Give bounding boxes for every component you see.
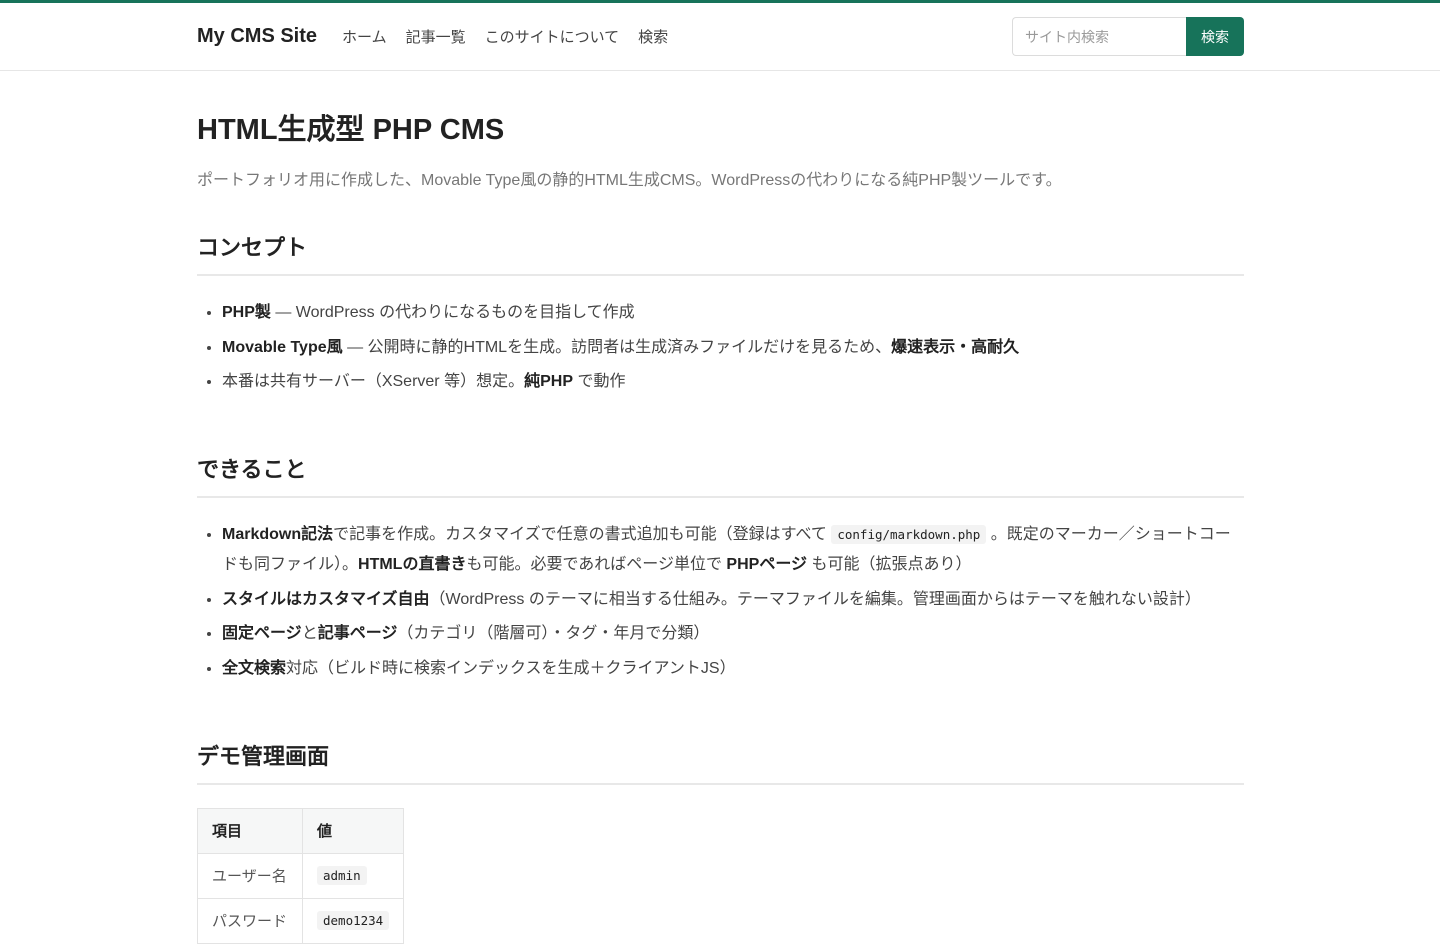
search-input[interactable] — [1012, 17, 1186, 56]
list-item: PHP製 — WordPress の代わりになるものを目指して作成 — [222, 298, 1244, 328]
bold-text: PHPページ — [726, 556, 808, 573]
item-text: と — [301, 625, 318, 642]
demo-heading: デモ管理画面 — [197, 739, 1244, 785]
search-button[interactable]: 検索 — [1186, 17, 1244, 56]
table-header-row: 項目 値 — [197, 807, 405, 854]
bold-text: Markdown記法 — [222, 526, 334, 543]
item-text: も可能。必要であればページ単位で — [466, 556, 727, 573]
bold-text: PHP製 — [222, 304, 271, 321]
nav-search-link[interactable]: 検索 — [638, 26, 668, 47]
features-heading: できること — [197, 452, 1244, 498]
table-cell: パスワード — [197, 897, 303, 944]
list-item: 本番は共有サーバー（XServer 等）想定。純PHP で動作 — [222, 367, 1244, 397]
main-nav: ホーム 記事一覧 このサイトについて 検索 — [342, 26, 668, 47]
nav-articles-link[interactable]: 記事一覧 — [406, 26, 466, 47]
table-header-value: 値 — [301, 807, 405, 854]
item-text: 対応（ビルド時に検索インデックスを生成＋クライアントJS） — [286, 659, 736, 677]
concept-section: コンセプト PHP製 — WordPress の代わりになるものを目指して作成 … — [197, 230, 1244, 397]
main-content: HTML生成型 PHP CMS ポートフォリオ用に作成した、Movable Ty… — [197, 106, 1244, 944]
item-text: 本番は共有サーバー（XServer 等）想定。 — [222, 373, 525, 390]
page-title: HTML生成型 PHP CMS — [197, 114, 505, 146]
bold-text: Movable Type風 — [222, 338, 343, 356]
list-item: スタイルはカスタマイズ自由（WordPress のテーマに相当する仕組み。テーマ… — [222, 585, 1244, 615]
table-cell: admin — [301, 852, 405, 899]
bold-text: 純PHP — [524, 373, 573, 390]
concept-list: PHP製 — WordPress の代わりになるものを目指して作成 Movabl… — [197, 298, 1244, 397]
header-inner: My CMS Site ホーム 記事一覧 このサイトについて 検索 検索 — [197, 3, 1244, 70]
table-row: パスワード demo1234 — [197, 897, 405, 944]
site-brand[interactable]: My CMS Site — [197, 25, 317, 48]
bold-text: 全文検索 — [222, 659, 287, 677]
concept-heading: コンセプト — [197, 230, 1244, 276]
item-text: （カテゴリ（階層可）・タグ・年月で分類） — [397, 625, 710, 642]
features-section: できること Markdown記法で記事を作成。カスタマイズで任意の書式追加も可能… — [197, 452, 1244, 684]
bold-text: 固定ページ — [222, 625, 302, 642]
bold-text: HTMLの直書き — [358, 556, 467, 573]
features-list: Markdown記法で記事を作成。カスタマイズで任意の書式追加も可能（登録はすべ… — [197, 520, 1244, 684]
inline-code: config/markdown.php — [831, 525, 987, 544]
demo-section: デモ管理画面 項目 値 ユーザー名 admin パスワード demo1234 — [197, 739, 1244, 944]
list-item: 全文検索対応（ビルド時に検索インデックスを生成＋クライアントJS） — [222, 654, 1244, 684]
site-search-form: 検索 — [1012, 17, 1244, 56]
demo-credentials-table: 項目 値 ユーザー名 admin パスワード demo1234 — [197, 807, 405, 944]
item-text: で記事を作成。カスタマイズで任意の書式追加も可能（登録はすべて — [333, 526, 832, 543]
table-row: ユーザー名 admin — [197, 852, 405, 899]
item-text: も可能（拡張点あり） — [807, 556, 972, 573]
table-header-item: 項目 — [197, 807, 303, 854]
bold-text: 爆速表示・高耐久 — [891, 338, 1020, 356]
list-item: Markdown記法で記事を作成。カスタマイズで任意の書式追加も可能（登録はすべ… — [222, 520, 1244, 580]
page-lead: ポートフォリオ用に作成した、Movable Type風の静的HTML生成CMS。… — [197, 172, 1062, 189]
inline-code: demo1234 — [317, 911, 390, 930]
bold-text: スタイルはカスタマイズ自由 — [222, 590, 430, 608]
nav-about-link[interactable]: このサイトについて — [485, 26, 620, 47]
list-item: 固定ページと記事ページ（カテゴリ（階層可）・タグ・年月で分類） — [222, 619, 1244, 649]
site-header: My CMS Site ホーム 記事一覧 このサイトについて 検索 検索 — [0, 3, 1440, 71]
item-text: — WordPress の代わりになるものを目指して作成 — [270, 304, 635, 321]
table-cell: demo1234 — [301, 897, 405, 944]
item-text: で動作 — [573, 373, 626, 390]
bold-text: 記事ページ — [317, 625, 398, 642]
inline-code: admin — [317, 866, 367, 885]
item-text: — 公開時に静的HTMLを生成。訪問者は生成済みファイルだけを見るため、 — [342, 338, 892, 356]
item-text: （WordPress のテーマに相当する仕組み。テーマファイルを編集。管理画面か… — [429, 590, 1201, 608]
nav-home-link[interactable]: ホーム — [342, 26, 387, 47]
table-cell: ユーザー名 — [197, 852, 303, 899]
list-item: Movable Type風 — 公開時に静的HTMLを生成。訪問者は生成済みファ… — [222, 333, 1244, 363]
